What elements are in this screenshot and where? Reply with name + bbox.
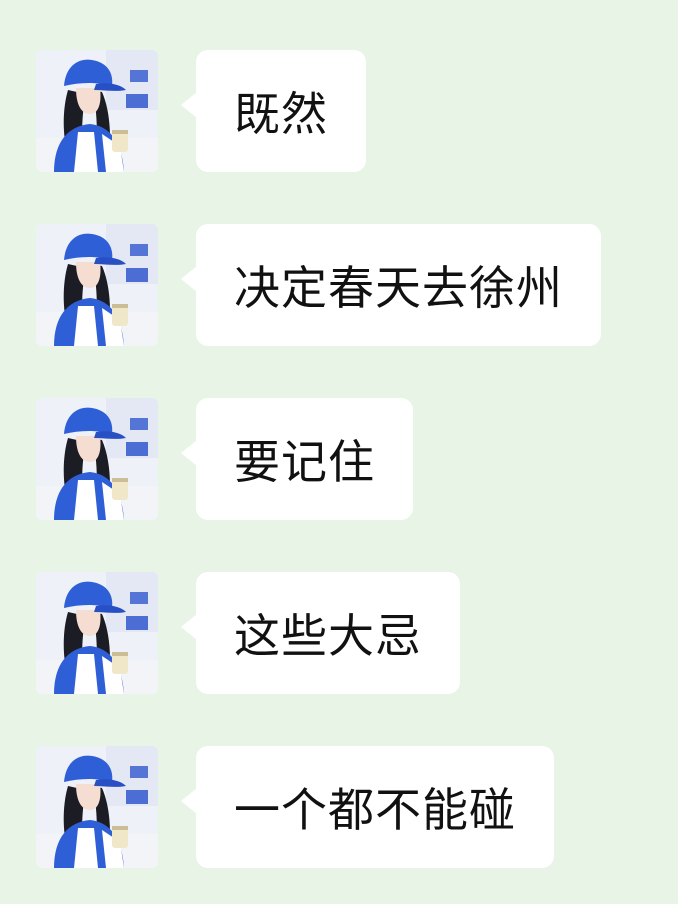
avatar-girl-blue-cap-icon [36, 50, 158, 172]
chat-thread: 既然 决定春天去徐州 要记住 这些大忌 一个都不能碰 [0, 0, 678, 904]
message-text: 一个都不能碰 [234, 783, 516, 837]
message-text: 既然 [234, 87, 328, 141]
message-bubble[interactable]: 要记住 [181, 398, 413, 520]
message-bubble[interactable]: 一个都不能碰 [181, 746, 554, 868]
avatar[interactable] [36, 746, 158, 868]
avatar[interactable] [36, 50, 158, 172]
avatar-girl-blue-cap-icon [36, 572, 158, 694]
avatar-girl-blue-cap-icon [36, 224, 158, 346]
message-text: 要记住 [234, 435, 375, 489]
avatar-girl-blue-cap-icon [36, 746, 158, 868]
message-text: 决定春天去徐州 [234, 261, 563, 315]
message-text: 这些大忌 [234, 609, 422, 663]
message-bubble[interactable]: 决定春天去徐州 [181, 224, 601, 346]
avatar[interactable] [36, 224, 158, 346]
message-bubble[interactable]: 既然 [181, 50, 366, 172]
avatar[interactable] [36, 398, 158, 520]
avatar-girl-blue-cap-icon [36, 398, 158, 520]
avatar[interactable] [36, 572, 158, 694]
message-bubble[interactable]: 这些大忌 [181, 572, 460, 694]
